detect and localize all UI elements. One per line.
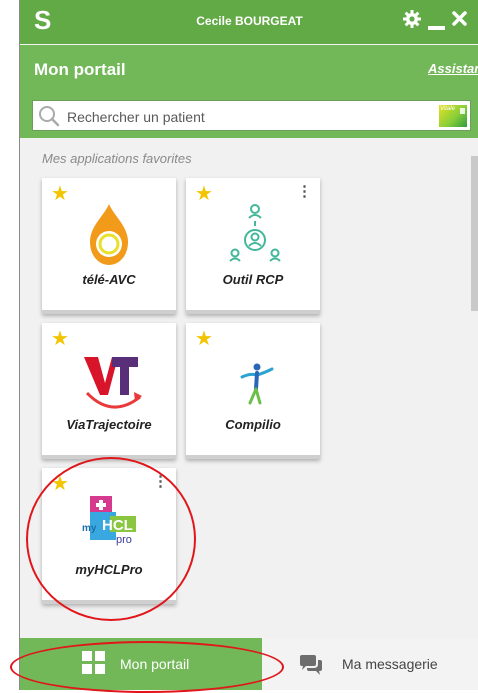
app-label: ViaTrajectoire — [66, 417, 152, 432]
minimize-icon[interactable] — [428, 18, 445, 36]
compilio-figure-icon — [186, 345, 320, 415]
search-input[interactable] — [65, 106, 429, 128]
app-tile-myhclpro[interactable]: ★ ⋮ my HCL pro myHCLPro — [42, 468, 176, 604]
tele-avc-drop-icon — [42, 200, 176, 270]
scrollbar-thumb[interactable] — [471, 156, 478, 311]
search-area: Vitale — [20, 92, 478, 138]
tile-footer — [186, 455, 320, 459]
viatrajectoire-logo-icon — [42, 345, 176, 415]
assistance-link[interactable]: Assistance — [428, 61, 478, 76]
nav-tab-messaging-label: Ma messagerie — [342, 656, 438, 672]
grid-icon — [82, 651, 106, 680]
app-label: Outil RCP — [222, 272, 284, 287]
app-tile-outil-rcp[interactable]: ★ ⋮ Outil RCP — [186, 178, 320, 314]
rcp-people-network-icon — [186, 200, 320, 270]
search-icon — [38, 105, 60, 132]
page-title: Mon portail — [34, 60, 126, 79]
myhcl-hcl-text: HCL — [102, 517, 133, 534]
vitale-card-label: Vitale — [440, 106, 455, 112]
portal-header: Mon portail Assistance — [20, 45, 478, 92]
chat-bubbles-icon — [298, 654, 324, 681]
bottom-nav: Mon portail Ma messagerie — [20, 638, 478, 690]
close-icon[interactable] — [452, 11, 467, 31]
app-tile-compilio[interactable]: ★ Compilio — [186, 323, 320, 459]
search-box: Vitale — [32, 100, 471, 131]
tile-footer — [42, 310, 176, 314]
app-label: télé-AVC — [82, 272, 136, 287]
myhcl-pro-text: pro — [116, 534, 132, 546]
title-bar: S Cecile BOURGEAT — [20, 0, 478, 44]
myhcl-my-text: my — [82, 523, 97, 534]
scrollbar[interactable] — [470, 146, 478, 636]
app-tile-tele-avc[interactable]: ★ télé-AVC — [42, 178, 176, 314]
myhclpro-logo-icon: my HCL pro — [42, 490, 176, 560]
app-tile-viatrajectoire[interactable]: ★ ViaTrajectoire — [42, 323, 176, 459]
nav-tab-portal-label: Mon portail — [120, 656, 190, 672]
nav-tab-messaging[interactable]: Ma messagerie — [262, 638, 478, 690]
more-options-icon[interactable]: ⋮ — [297, 184, 312, 199]
favorites-panel: Mes applications favorites ★ télé-AVC ★ … — [20, 138, 478, 638]
app-label: Compilio — [225, 417, 281, 432]
app-label: myHCLPro — [75, 562, 143, 577]
section-title: Mes applications favorites — [42, 151, 192, 166]
app-window: S Cecile BOURGEAT Mon portail Assista Re… — [19, 0, 478, 690]
nav-tab-portal[interactable]: Mon portail — [20, 638, 262, 690]
tile-footer — [42, 455, 176, 459]
tile-footer — [186, 310, 320, 314]
more-options-icon[interactable]: ⋮ — [153, 474, 168, 489]
tile-footer — [42, 600, 176, 604]
vitale-card-icon[interactable]: Vitale — [439, 105, 467, 127]
gear-icon[interactable] — [402, 9, 422, 34]
